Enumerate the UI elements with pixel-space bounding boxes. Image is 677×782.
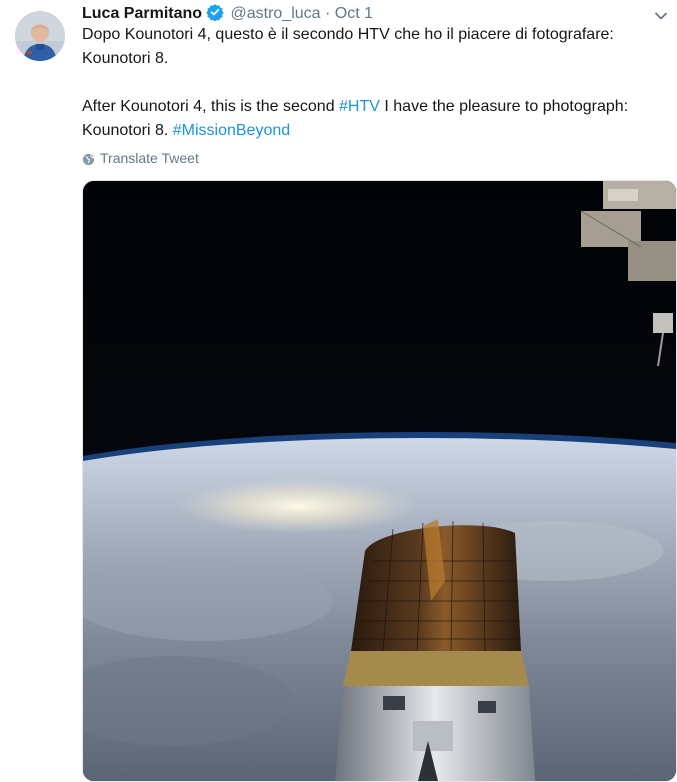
author-handle[interactable]: @astro_luca xyxy=(230,5,320,22)
tweet-text-english: After Kounotori 4, this is the second #H… xyxy=(82,95,667,143)
globe-icon xyxy=(82,152,95,165)
tweet-text-italian: Dopo Kounotori 4, questo è il secondo HT… xyxy=(82,26,614,67)
tweet-photo[interactable] xyxy=(82,180,677,782)
translate-tweet-link[interactable]: Translate Tweet xyxy=(82,149,199,167)
avatar[interactable] xyxy=(15,11,65,61)
tweet-header: Luca Parmitano @astro_luca · Oct 1 xyxy=(82,3,373,24)
hashtag-missionbeyond[interactable]: #MissionBeyond xyxy=(173,122,290,139)
tweet-timestamp[interactable]: Oct 1 xyxy=(335,5,373,22)
hashtag-htv[interactable]: #HTV xyxy=(339,98,380,115)
separator-dot: · xyxy=(325,5,331,22)
translate-label: Translate Tweet xyxy=(100,150,199,166)
text-segment: After Kounotori 4, this is the second xyxy=(82,98,340,115)
tweet-text: Dopo Kounotori 4, questo è il secondo HT… xyxy=(82,23,667,143)
author-name[interactable]: Luca Parmitano xyxy=(82,5,202,22)
verified-badge-icon xyxy=(206,3,224,22)
